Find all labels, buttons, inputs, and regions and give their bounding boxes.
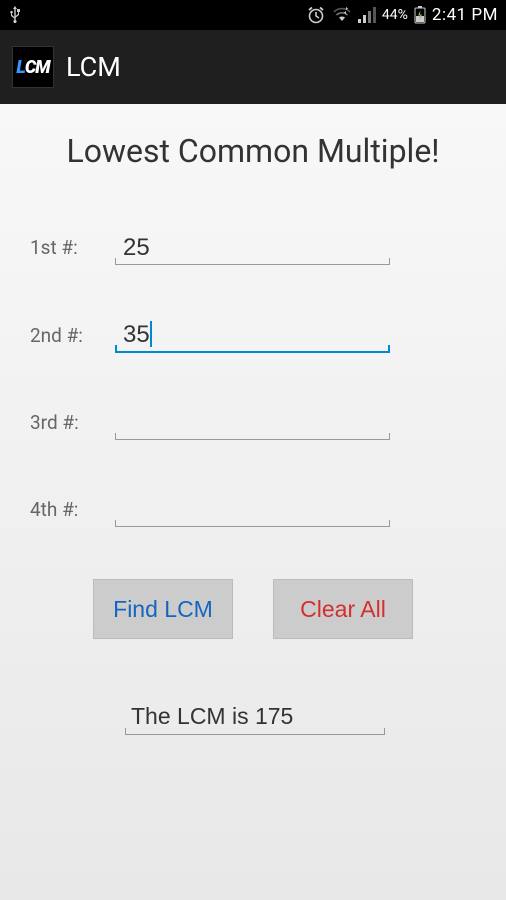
status-bar: 44% 2:41 PM <box>0 0 506 30</box>
field-label-1: 1st #: <box>30 236 115 265</box>
field-label-2: 2nd #: <box>30 324 115 353</box>
battery-text: 44% <box>382 7 408 23</box>
field-row-4: 4th #: <box>30 492 476 527</box>
input-1[interactable] <box>115 230 390 265</box>
result-row <box>0 699 506 735</box>
field-row-3: 3rd #: <box>30 405 476 440</box>
action-bar: LCM LCM <box>0 30 506 104</box>
page-title: Lowest Common Multiple! <box>0 132 506 170</box>
usb-icon <box>8 5 22 25</box>
field-row-2: 2nd #: <box>30 317 476 353</box>
wifi-icon <box>332 6 352 24</box>
input-4[interactable] <box>115 492 390 527</box>
signal-icon <box>358 7 376 23</box>
clear-all-button[interactable]: Clear All <box>273 579 413 639</box>
input-2[interactable] <box>115 317 390 353</box>
clock-text: 2:41 PM <box>432 5 498 25</box>
input-3[interactable] <box>115 405 390 440</box>
field-label-3: 3rd #: <box>30 411 115 440</box>
content: Lowest Common Multiple! 1st #: 2nd #: 3r… <box>0 104 506 735</box>
button-row: Find LCM Clear All <box>0 579 506 639</box>
battery-icon <box>414 6 426 24</box>
field-label-4: 4th #: <box>30 498 115 527</box>
app-title: LCM <box>66 51 121 83</box>
app-icon: LCM <box>12 46 54 88</box>
alarm-icon <box>306 5 326 25</box>
field-row-1: 1st #: <box>30 230 476 265</box>
form: 1st #: 2nd #: 3rd #: 4th #: <box>0 230 506 527</box>
find-lcm-button[interactable]: Find LCM <box>93 579 233 639</box>
result-output[interactable] <box>125 699 385 735</box>
